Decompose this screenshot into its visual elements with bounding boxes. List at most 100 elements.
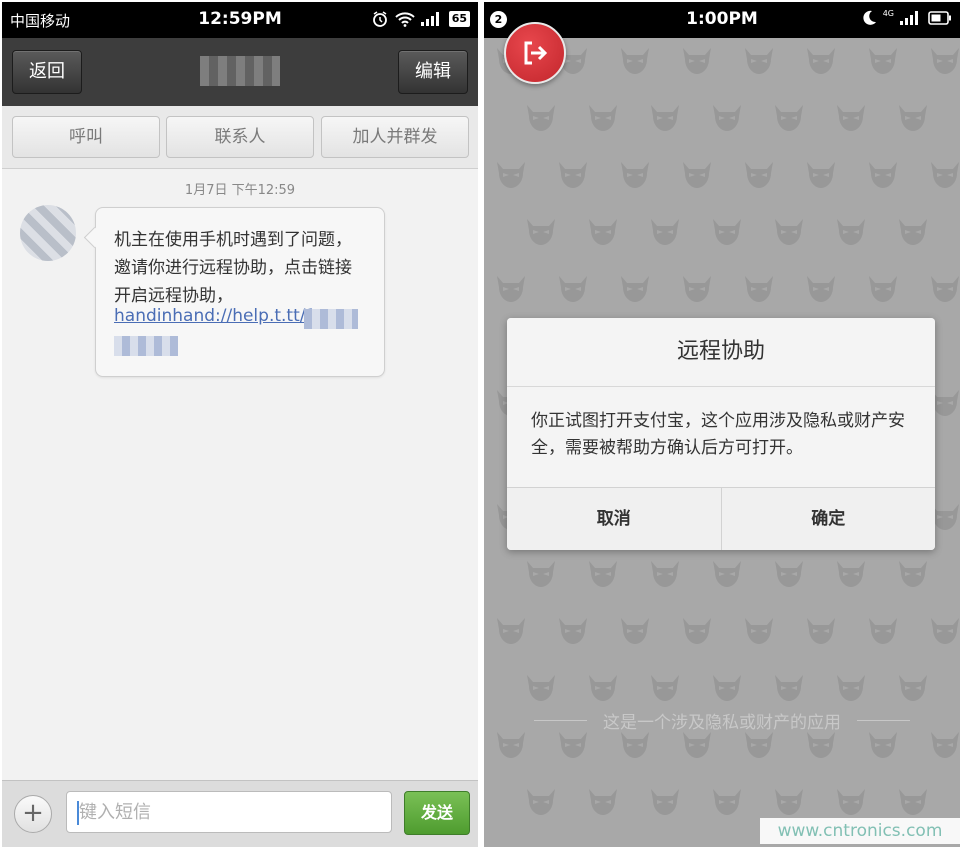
devil-mask-icon	[494, 160, 528, 190]
devil-mask-icon	[648, 217, 682, 247]
devil-mask-icon	[524, 559, 558, 589]
status-icons: 4G	[861, 8, 952, 26]
devil-mask-icon	[618, 160, 652, 190]
battery-icon	[928, 11, 951, 25]
sms-input[interactable]	[66, 791, 392, 833]
remote-assist-dialog: 远程协助 你正试图打开支付宝，这个应用涉及隐私或财产安全，需要被帮助方确认后方可…	[507, 318, 935, 550]
devil-mask-icon	[618, 616, 652, 646]
network-type: 4G	[882, 8, 894, 18]
devil-mask-icon	[772, 787, 806, 817]
devil-mask-icon	[804, 730, 838, 760]
devil-mask-icon	[834, 559, 868, 589]
devil-mask-icon	[618, 46, 652, 76]
devil-mask-icon	[928, 274, 960, 304]
devil-mask-icon	[804, 46, 838, 76]
devil-mask-icon	[586, 673, 620, 703]
text-cursor	[77, 801, 79, 825]
message-timestamp: 1月7日 下午12:59	[184, 183, 296, 198]
devil-mask-icon	[680, 160, 714, 190]
edit-button[interactable]: 编辑	[398, 50, 468, 94]
devil-mask-icon	[896, 673, 930, 703]
devil-mask-icon	[866, 160, 900, 190]
send-button[interactable]: 发送	[404, 791, 470, 835]
devil-mask-icon	[834, 103, 868, 133]
moon-icon	[863, 10, 876, 25]
devil-mask-icon	[866, 46, 900, 76]
devil-mask-icon	[586, 559, 620, 589]
avatar[interactable]	[20, 205, 76, 261]
devil-mask-icon	[556, 160, 590, 190]
devil-mask-icon	[586, 103, 620, 133]
devil-mask-icon	[772, 217, 806, 247]
compose-bar: + 发送	[2, 780, 478, 847]
devil-mask-icon	[866, 616, 900, 646]
message-bubble[interactable]: 机主在使用手机时遇到了问题，邀请你进行远程协助，点击链接开启远程协助， hand…	[95, 207, 385, 377]
message-text: 机主在使用手机时遇到了问题，邀请你进行远程协助，点击链接开启远程协助，	[114, 230, 352, 306]
devil-mask-icon	[958, 787, 960, 817]
signal-icon	[900, 11, 922, 25]
devil-mask-icon	[524, 103, 558, 133]
devil-mask-icon	[618, 274, 652, 304]
dialog-message: 你正试图打开支付宝，这个应用涉及隐私或财产安全，需要被帮助方确认后方可打开。	[531, 411, 905, 458]
contacts-button[interactable]: 联系人	[166, 116, 314, 158]
conversation-header: 返回 编辑	[2, 38, 478, 106]
devil-mask-icon	[958, 445, 960, 475]
back-button[interactable]: 返回	[12, 50, 82, 94]
devil-mask-icon	[494, 730, 528, 760]
devil-mask-icon	[710, 103, 744, 133]
link-blurred-part	[304, 309, 358, 329]
devil-mask-icon	[710, 559, 744, 589]
devil-mask-icon	[680, 616, 714, 646]
devil-mask-icon	[618, 730, 652, 760]
devil-mask-icon	[958, 559, 960, 589]
devil-mask-icon	[928, 46, 960, 76]
devil-mask-icon	[772, 103, 806, 133]
sms-screen: 中国移动 12:59PM 65 返回 编辑 呼叫 联系人 加人并群发 1月7日 …	[2, 2, 478, 847]
privacy-footer: 这是一个涉及隐私或财产的应用	[534, 708, 910, 733]
devil-mask-icon	[648, 673, 682, 703]
devil-mask-icon	[772, 673, 806, 703]
devil-mask-icon	[648, 787, 682, 817]
devil-mask-icon	[928, 616, 960, 646]
add-group-send-button[interactable]: 加人并群发	[321, 116, 469, 158]
devil-mask-icon	[804, 616, 838, 646]
devil-mask-icon	[958, 217, 960, 247]
devil-mask-icon	[804, 274, 838, 304]
devil-mask-icon	[680, 730, 714, 760]
divider	[857, 720, 910, 721]
plus-icon[interactable]: +	[14, 795, 52, 833]
devil-mask-icon	[710, 787, 744, 817]
cancel-button[interactable]: 取消	[507, 488, 721, 550]
devil-mask-icon	[742, 46, 776, 76]
exit-icon	[524, 41, 548, 65]
status-icons: 65	[371, 10, 470, 28]
status-bar: 中国移动 12:59PM 65	[2, 2, 478, 38]
call-button[interactable]: 呼叫	[12, 116, 160, 158]
devil-mask-icon	[524, 673, 558, 703]
contact-name-blurred	[200, 56, 280, 86]
confirm-button[interactable]: 确定	[720, 488, 936, 550]
devil-mask-icon	[896, 559, 930, 589]
devil-mask-icon	[866, 274, 900, 304]
devil-mask-icon	[648, 559, 682, 589]
devil-mask-icon	[710, 673, 744, 703]
devil-mask-icon	[834, 787, 868, 817]
devil-mask-icon	[680, 274, 714, 304]
link-blurred-part	[114, 336, 178, 356]
devil-mask-icon	[742, 160, 776, 190]
devil-mask-icon	[928, 160, 960, 190]
devil-mask-icon	[958, 331, 960, 361]
action-bar: 呼叫 联系人 加人并群发	[2, 106, 478, 169]
devil-mask-icon	[586, 787, 620, 817]
remote-assist-link[interactable]: handinhand://help.t.tt/1	[114, 306, 316, 326]
dialog-title: 远程协助	[507, 318, 935, 387]
exit-button[interactable]	[504, 22, 566, 84]
dialog-buttons: 取消 确定	[507, 487, 935, 550]
wifi-icon	[394, 12, 415, 27]
devil-mask-icon	[742, 730, 776, 760]
battery-badge: 65	[448, 11, 470, 27]
devil-mask-icon	[928, 730, 960, 760]
devil-mask-icon	[742, 616, 776, 646]
message-list: 1月7日 下午12:59 机主在使用手机时遇到了问题，邀请你进行远程协助，点击链…	[2, 169, 478, 781]
devil-mask-icon	[896, 103, 930, 133]
